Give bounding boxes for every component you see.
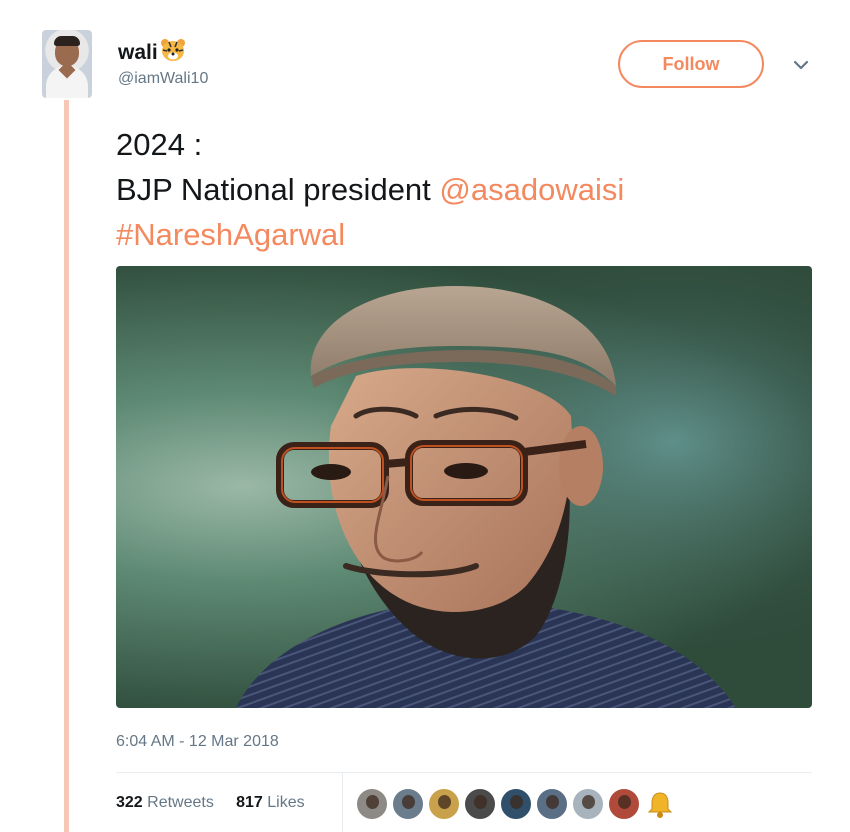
follow-button[interactable]: Follow [618,40,764,88]
liker-avatar[interactable] [572,788,604,820]
thread-line [64,100,69,832]
likes-stat[interactable]: 817 Likes [236,794,305,811]
retweets-count: 322 [116,794,143,811]
liker-avatar[interactable] [428,788,460,820]
mention-link[interactable]: @asadowaisi [439,172,624,207]
retweets-label: Retweets [147,794,214,811]
user-display-name[interactable]: wali [118,38,186,65]
liker-avatars [356,788,676,820]
likes-label: Likes [267,794,305,811]
tweet-text-prefix: BJP National president [116,172,440,207]
liker-avatar[interactable] [608,788,640,820]
hashtag-link[interactable]: #NareshAgarwal [116,217,345,252]
liker-avatar[interactable] [356,788,388,820]
tweet-text-line2: BJP National president @asadowaisi [116,167,624,212]
liker-avatar[interactable] [464,788,496,820]
divider [116,772,812,773]
display-name-text: wali [118,41,158,64]
stats-separator [342,772,343,832]
avatar[interactable] [42,30,92,98]
portrait-photo [116,266,812,708]
tiger-emoji-icon [160,39,185,61]
tweet-text-line1: 2024 : [116,127,203,162]
tweet-text: 2024 : BJP National president @asadowais… [116,122,624,257]
liker-avatar[interactable] [500,788,532,820]
tweet-media-image[interactable] [116,266,812,708]
tweet-stats: 322 Retweets 817 Likes [116,794,305,812]
bell-icon[interactable] [644,788,676,820]
tweet-timestamp[interactable]: 6:04 AM - 12 Mar 2018 [116,733,279,751]
chevron-down-icon[interactable] [790,54,812,76]
liker-avatar[interactable] [392,788,424,820]
likes-count: 817 [236,794,263,811]
liker-avatar[interactable] [536,788,568,820]
user-handle[interactable]: @iamWali10 [118,70,208,88]
retweets-stat[interactable]: 322 Retweets [116,794,214,811]
avatar-hair [54,36,80,46]
